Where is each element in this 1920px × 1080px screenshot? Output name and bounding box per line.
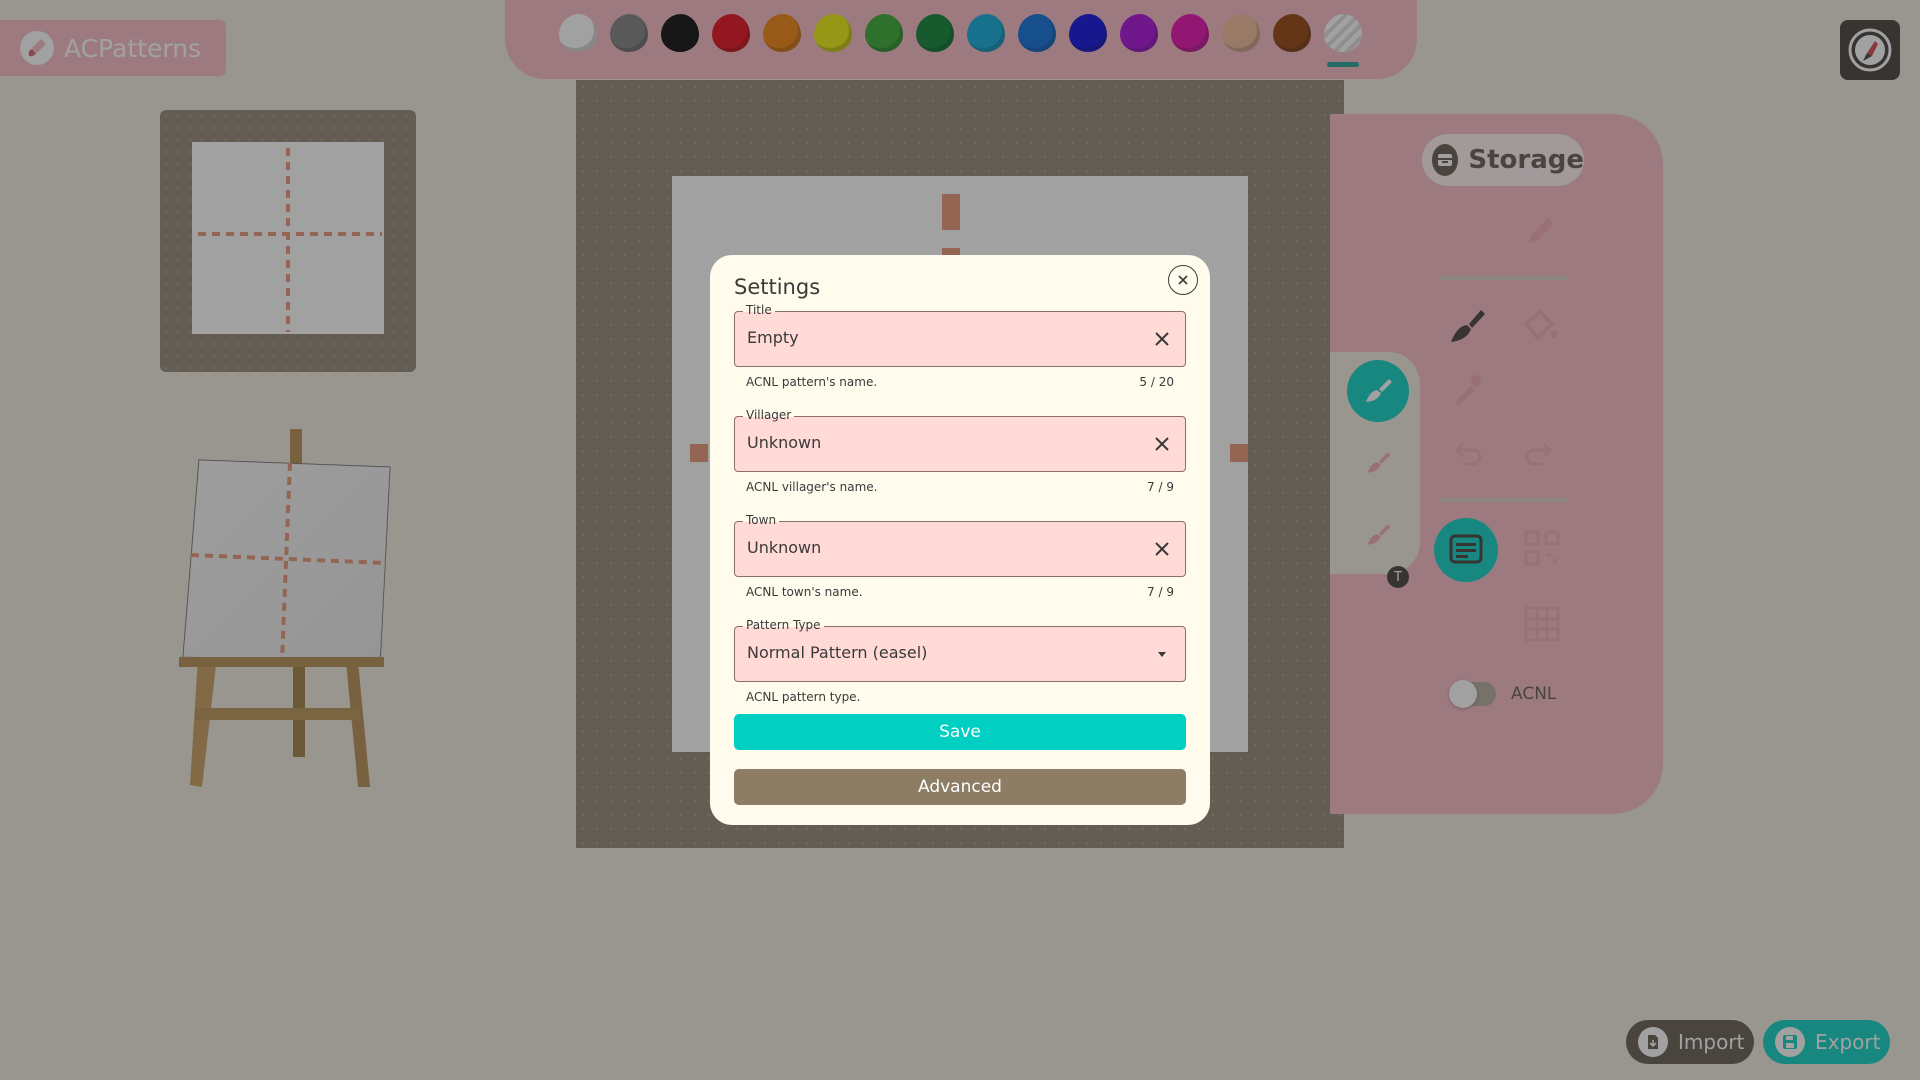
close-button[interactable] — [1168, 265, 1198, 295]
town-helper: ACNL town's name. 7 / 9 — [746, 585, 1174, 599]
dropdown-arrow-icon[interactable] — [1149, 641, 1175, 667]
save-button[interactable]: Save — [734, 714, 1186, 750]
villager-field[interactable]: Villager Unknown — [734, 408, 1186, 472]
town-field-legend: Town — [743, 513, 780, 527]
title-field-legend: Title — [743, 303, 775, 317]
town-helper-text: ACNL town's name. — [746, 585, 863, 599]
close-icon — [1178, 275, 1188, 285]
title-helper-text: ACNL pattern's name. — [746, 375, 878, 389]
pattern-type-select[interactable]: Pattern Type Normal Pattern (easel) — [734, 618, 1186, 682]
villager-counter: 7 / 9 — [1147, 480, 1174, 494]
villager-helper: ACNL villager's name. 7 / 9 — [746, 480, 1174, 494]
villager-helper-text: ACNL villager's name. — [746, 480, 878, 494]
clear-icon[interactable] — [1149, 536, 1175, 562]
villager-field-value[interactable]: Unknown — [747, 433, 821, 452]
advanced-button[interactable]: Advanced — [734, 769, 1186, 805]
town-counter: 7 / 9 — [1147, 585, 1174, 599]
title-helper: ACNL pattern's name. 5 / 20 — [746, 375, 1174, 389]
villager-field-legend: Villager — [743, 408, 795, 422]
pattern-type-value[interactable]: Normal Pattern (easel) — [747, 643, 927, 662]
clear-icon[interactable] — [1149, 326, 1175, 352]
settings-dialog: Settings Title Empty ACNL pattern's name… — [710, 255, 1210, 825]
pattern-type-helper-text: ACNL pattern type. — [746, 690, 861, 704]
pattern-type-helper: ACNL pattern type. — [746, 690, 1174, 704]
town-field[interactable]: Town Unknown — [734, 513, 1186, 577]
town-field-value[interactable]: Unknown — [747, 538, 821, 557]
clear-icon[interactable] — [1149, 431, 1175, 457]
title-field[interactable]: Title Empty — [734, 303, 1186, 367]
dialog-title: Settings — [734, 275, 821, 299]
title-counter: 5 / 20 — [1139, 375, 1174, 389]
title-field-value[interactable]: Empty — [747, 328, 799, 347]
pattern-type-legend: Pattern Type — [743, 618, 824, 632]
